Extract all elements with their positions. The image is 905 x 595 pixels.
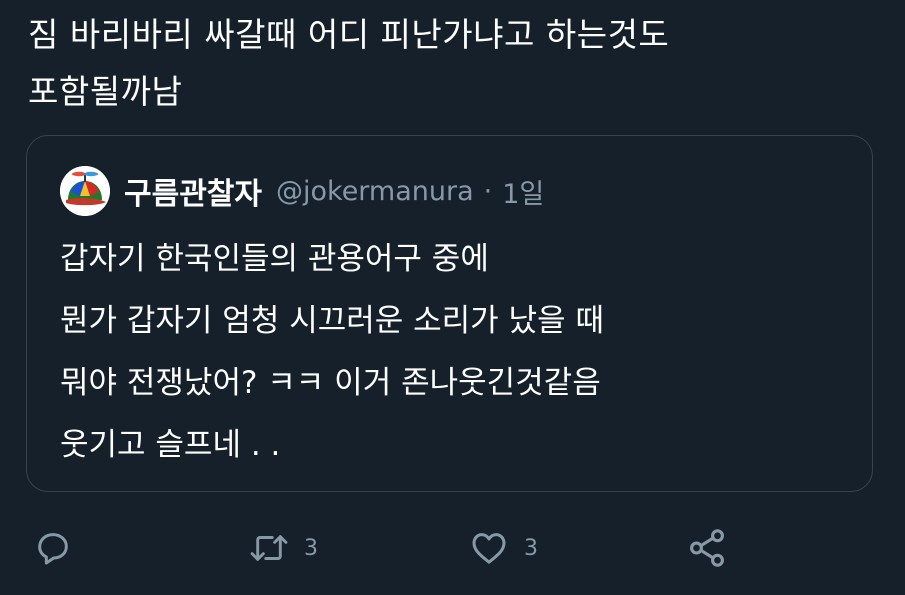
author-name[interactable]: 구름관찰자 [124, 169, 262, 213]
like-count: 3 [524, 535, 538, 561]
quoted-text-line: 갑자기 한국인들의 관용어구 중에 [60, 241, 489, 277]
reply-button[interactable] [33, 520, 73, 576]
tweet-text-line: 짐 바리바리 싸갈때 어디 피난가냐고 하는것도 [28, 15, 670, 54]
quoted-tweet-text: 갑자기 한국인들의 관용어구 중에 뭔가 갑자기 엄청 시끄러운 소리가 났을 … [60, 228, 850, 476]
tweet-timestamp[interactable]: 1일 [502, 172, 544, 211]
avatar[interactable] [60, 166, 110, 216]
share-button[interactable] [686, 520, 728, 576]
author-handle[interactable]: @jokermanura [276, 176, 474, 207]
propeller-cap-icon [60, 166, 110, 216]
tweet: 짐 바리바리 싸갈때 어디 피난가냐고 하는것도 포함될까남 구름관찰자 @jo… [0, 0, 905, 595]
tweet-text-line: 포함될까남 [28, 72, 183, 111]
quoted-tweet-card[interactable]: 구름관찰자 @jokermanura · 1일 갑자기 한국인들의 관용어구 중… [26, 135, 873, 492]
quoted-text-line: 뭐야 전쟁났어? ㅋㅋ 이거 존나웃긴것같음 [60, 365, 601, 401]
retweet-icon [248, 528, 290, 568]
quoted-text-line: 뭔가 갑자기 엄청 시끄러운 소리가 났을 때 [60, 303, 604, 339]
quoted-text-line: 웃기고 슬프네 . . [60, 427, 281, 463]
reply-icon [33, 528, 73, 568]
tweet-text: 짐 바리바리 싸갈때 어디 피난가냐고 하는것도 포함될까남 [28, 6, 888, 120]
separator-dot: · [483, 175, 493, 207]
quoted-tweet-header: 구름관찰자 @jokermanura · 1일 [60, 164, 544, 218]
retweet-count: 3 [304, 535, 318, 561]
tweet-actions-bar: 3 3 [0, 520, 905, 576]
share-icon [686, 527, 728, 569]
retweet-button[interactable]: 3 [248, 520, 318, 576]
like-button[interactable]: 3 [468, 520, 538, 576]
heart-icon [468, 528, 510, 568]
